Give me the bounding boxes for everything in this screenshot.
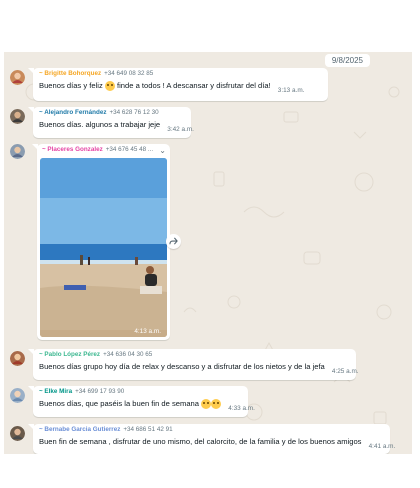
message-bubble[interactable]: ~ Brigitte Bohorquez +34 649 08 32 85 Bue… [28, 68, 328, 101]
chat-panel[interactable]: 9/8/2025 ~ Brigitte Bohorquez +34 649 08 … [4, 52, 412, 454]
sender-phone: +34 628 76 12 30 [109, 109, 159, 116]
message-bubble[interactable]: ~ Pablo López Pérez +34 636 04 30 65 Buen… [28, 349, 359, 380]
avatar[interactable] [10, 388, 25, 403]
message-text: Buen fin de semana , disfrutar de uno mi… [39, 436, 395, 450]
kissing-face-emoji-icon [104, 81, 115, 91]
message-text-part: Buenos días. algunos a trabajar jeje [39, 120, 161, 129]
sender-name[interactable]: ~ Alejandro Fernández [39, 109, 106, 116]
avatar[interactable] [10, 70, 25, 85]
image-message-bubble[interactable]: ~ Placeres Gonzalez +34 676 45 48 ... ⌄ 4 [32, 144, 170, 340]
sender-line: ~ Elke Mira +34 699 17 93 90 [39, 386, 242, 398]
sender-line: ~ Placeres Gonzalez +34 676 45 48 ... [37, 144, 170, 156]
message-text: Buenos días, que paséis la buen fin de s… [39, 398, 255, 412]
sender-phone: +34 676 45 48 ... [105, 146, 154, 153]
message-text: Buenos días y feliz finde a todos ! A de… [39, 80, 322, 94]
message-text-part: Buenos días grupo hoy día de relax y des… [39, 362, 325, 371]
kissing-face-emoji-icon [211, 399, 222, 409]
beach-photo[interactable]: 4:13 a.m. [40, 158, 167, 337]
message-bubble[interactable]: ~ Elke Mira +34 699 17 93 90 Buenos días,… [28, 386, 255, 417]
message-time: 3:42 a.m. [167, 126, 194, 133]
sender-name[interactable]: ~ Placeres Gonzalez [42, 146, 103, 153]
message-text-part: finde a todos ! A descansar y disfrutar … [117, 81, 271, 90]
message-time: 4:25 a.m. [331, 368, 359, 375]
sender-name[interactable]: ~ Bernabe Garcia Gutierrez [39, 426, 120, 433]
message-time: 4:13 a.m. [134, 328, 161, 335]
chevron-down-icon[interactable]: ⌄ [159, 146, 166, 155]
avatar[interactable] [10, 144, 25, 159]
date-chip: 9/8/2025 [324, 54, 370, 67]
sender-name[interactable]: ~ Elke Mira [39, 388, 72, 395]
sender-phone: +34 686 51 42 91 [123, 426, 173, 433]
kissing-face-emoji-icon [201, 399, 212, 409]
sender-phone: +34 649 08 32 85 [104, 70, 154, 77]
message-bubble[interactable]: ~ Bernabe Garcia Gutierrez +34 686 51 42 … [28, 424, 395, 454]
sender-line: ~ Pablo López Pérez +34 636 04 30 65 [39, 349, 350, 361]
message-time: 4:33 a.m. [228, 405, 255, 412]
message-text-part: Buenos días, que paséis la buen fin de s… [39, 399, 200, 408]
message-bubble[interactable]: ~ Alejandro Fernández +34 628 76 12 30 Bu… [28, 107, 194, 138]
forward-icon [169, 237, 178, 245]
forward-button[interactable] [166, 234, 181, 249]
avatar[interactable] [10, 109, 25, 124]
message-text: Buenos días. algunos a trabajar jeje 3:4… [39, 119, 194, 133]
message-time: 3:13 a.m. [277, 87, 305, 94]
message-time: 4:41 a.m. [368, 443, 396, 450]
avatar[interactable] [10, 426, 25, 441]
sender-line: ~ Bernabe Garcia Gutierrez +34 686 51 42 … [39, 424, 384, 436]
message-text: Buenos días grupo hoy día de relax y des… [39, 361, 359, 375]
avatar[interactable] [10, 351, 25, 366]
sender-name[interactable]: ~ Brigitte Bohorquez [39, 70, 101, 77]
sender-line: ~ Alejandro Fernández +34 628 76 12 30 [39, 107, 185, 119]
message-text-part: Buenos días y feliz [39, 81, 103, 90]
sender-line: ~ Brigitte Bohorquez +34 649 08 32 85 [39, 68, 322, 80]
sender-name[interactable]: ~ Pablo López Pérez [39, 351, 100, 358]
sender-phone: +34 636 04 30 65 [103, 351, 153, 358]
message-text-part: Buen fin de semana , disfrutar de uno mi… [39, 437, 362, 446]
sender-phone: +34 699 17 93 90 [75, 388, 125, 395]
